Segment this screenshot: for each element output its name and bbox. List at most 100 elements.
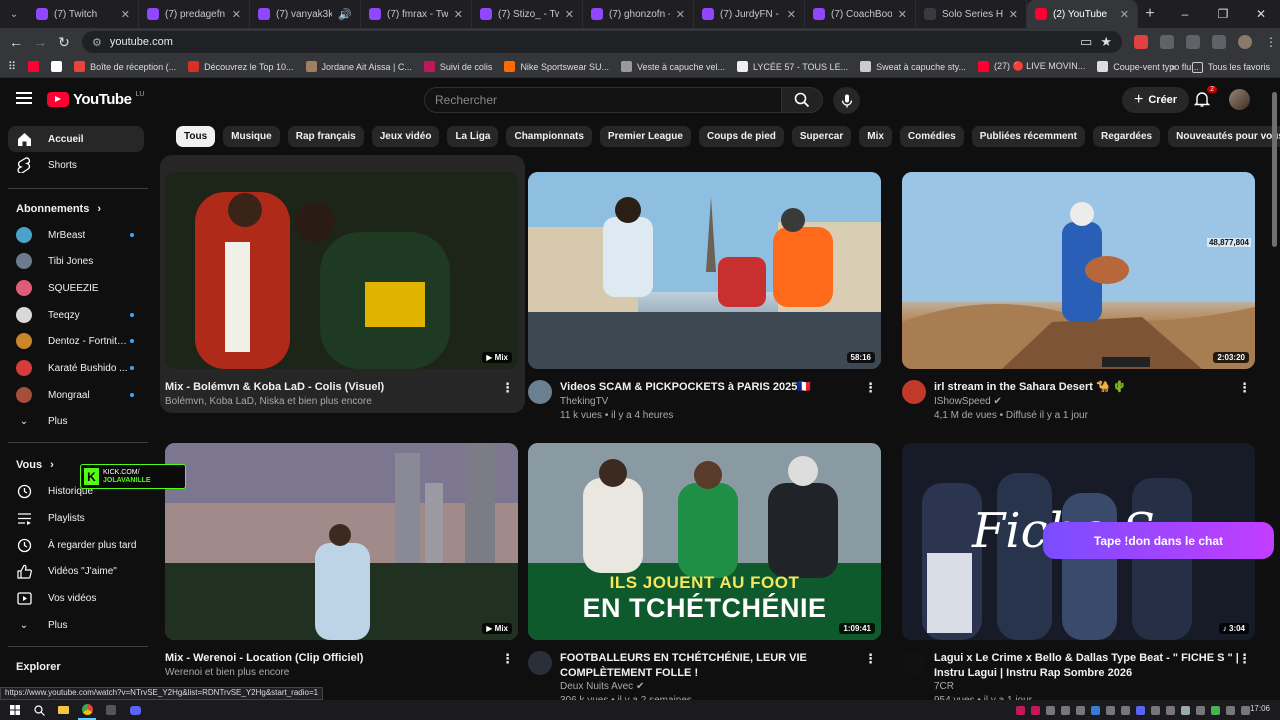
bookmark-item[interactable]: Jordane Ait Aissa | C... — [305, 61, 412, 72]
more-bookmarks-icon[interactable]: » — [1171, 62, 1176, 72]
close-window-icon[interactable]: ✕ — [1242, 7, 1280, 21]
chip[interactable]: Mix — [859, 126, 892, 147]
tray-icon[interactable] — [1136, 705, 1145, 715]
chip[interactable]: Regardées — [1092, 126, 1161, 147]
menu-icon[interactable] — [16, 92, 32, 104]
video-title[interactable]: FOOTBALLEURS EN TCHÉTCHÉNIE, LEUR VIE CO… — [560, 651, 865, 681]
chip[interactable]: Championnats — [506, 126, 592, 147]
forward-icon[interactable]: → — [28, 34, 52, 50]
new-tab-button[interactable]: + — [1138, 5, 1162, 23]
all-bookmarks-folder[interactable]: Tous les favoris — [1191, 61, 1270, 73]
apps-icon[interactable]: ⠿ — [8, 60, 16, 73]
bookmark-item[interactable]: LYCÉE 57 - TOUS LE... — [737, 61, 848, 72]
media-icon[interactable] — [1212, 35, 1226, 49]
sidebar-item-watch-later[interactable]: À regarder plus tard — [8, 532, 144, 558]
channel-avatar[interactable] — [528, 380, 552, 404]
browser-tab[interactable]: (7) predagefn - Tw ✕ — [139, 0, 250, 28]
close-icon[interactable]: ✕ — [232, 8, 241, 21]
windows-start-icon[interactable] — [6, 700, 24, 720]
voice-search-button[interactable] — [833, 87, 860, 114]
account-avatar[interactable] — [1229, 89, 1250, 110]
extension-icon[interactable] — [1160, 35, 1174, 49]
chip[interactable]: Jeux vidéo — [371, 126, 440, 147]
video-channel[interactable]: Werenoi et bien plus encore — [165, 667, 289, 678]
extension-icon[interactable] — [1134, 35, 1148, 49]
tray-icon[interactable] — [1226, 705, 1235, 715]
tray-icon[interactable] — [1061, 705, 1070, 715]
browser-tab[interactable]: (7) Twitch ✕ — [28, 0, 139, 28]
more-actions-icon[interactable]: ⋮ — [864, 380, 877, 396]
video-channel[interactable]: IShowSpeed ✔ — [934, 396, 1002, 407]
close-icon[interactable]: ✕ — [676, 8, 685, 21]
search-button[interactable] — [781, 87, 823, 113]
tray-icon[interactable] — [1121, 705, 1130, 715]
bookmark-star-icon[interactable]: ★ — [1100, 34, 1112, 50]
tray-icon[interactable] — [1016, 705, 1025, 715]
video-thumbnail[interactable]: 58:16 — [528, 172, 881, 369]
bookmark-google[interactable] — [51, 61, 63, 72]
tray-icon[interactable] — [1031, 705, 1040, 715]
puzzle-icon[interactable] — [1186, 35, 1200, 49]
channel-avatar[interactable] — [902, 380, 926, 404]
browser-tab-active[interactable]: (2) YouTube ✕ — [1027, 0, 1138, 28]
video-title[interactable]: Lagui x Le Crime x Bello & Dallas Type B… — [934, 651, 1239, 681]
bookmark-item[interactable]: Découvrez le Top 10... — [188, 61, 294, 72]
browser-tab[interactable]: (7) fmrax - Twitch ✕ — [361, 0, 472, 28]
address-bar[interactable]: ⚙ youtube.com ▭ ★ — [82, 31, 1122, 53]
search-input[interactable] — [435, 93, 781, 107]
create-button[interactable]: + Créer — [1122, 87, 1190, 113]
video-title[interactable]: irl stream in the Sahara Desert 🐪 🌵 — [934, 380, 1239, 395]
audio-icon[interactable]: 🔊 — [338, 8, 352, 21]
sidebar-subscription[interactable]: Dentoz - Fortnite ... — [8, 328, 144, 354]
video-channel[interactable]: 7CR — [934, 681, 954, 692]
video-thumbnail[interactable]: ILS JOUENT AU FOOT EN TCHÉTCHÉNIE 1:09:4… — [528, 443, 881, 640]
close-icon[interactable]: ✕ — [898, 8, 907, 21]
video-title[interactable]: Videos SCAM & PICKPOCKETS à PARIS 2025🇫🇷 — [560, 380, 865, 395]
bookmark-youtube[interactable] — [28, 61, 40, 72]
video-channel[interactable]: Bolémvn, Koba LaD, Niska et bien plus en… — [165, 396, 372, 407]
chip-all[interactable]: Tous — [176, 126, 216, 147]
close-icon[interactable]: ✕ — [121, 8, 130, 21]
chip[interactable]: Coups de pied — [698, 126, 784, 147]
back-icon[interactable]: ← — [4, 34, 28, 50]
sidebar-item-your-videos[interactable]: Vos vidéos — [8, 585, 144, 611]
tray-icon[interactable] — [1166, 705, 1175, 715]
menu-icon[interactable]: ⋮ — [1264, 35, 1278, 49]
channel-avatar[interactable] — [528, 651, 552, 675]
chip[interactable]: Rap français — [287, 126, 364, 147]
tray-icon[interactable] — [1211, 705, 1220, 715]
tray-icon[interactable] — [1046, 705, 1055, 715]
close-icon[interactable]: ✕ — [1120, 8, 1129, 21]
video-channel[interactable]: Deux Nuits Avec ✔ — [560, 681, 644, 692]
chrome-icon[interactable] — [78, 700, 96, 720]
minimize-icon[interactable]: – — [1166, 7, 1204, 21]
chip[interactable]: Musique — [223, 126, 280, 147]
channel-avatar[interactable] — [902, 651, 926, 675]
bookmark-item[interactable]: Veste à capuche vel... — [620, 61, 725, 72]
sidebar-subscription[interactable]: Tibi Jones — [8, 248, 144, 274]
file-explorer-icon[interactable] — [54, 700, 72, 720]
bookmark-item[interactable]: Suivi de colis — [423, 61, 492, 72]
tray-icon[interactable] — [1151, 705, 1160, 715]
sidebar-subscription[interactable]: SQUEEZIE — [8, 275, 144, 301]
site-info-icon[interactable]: ⚙ — [92, 36, 102, 49]
sidebar-item-shorts[interactable]: Shorts — [8, 152, 144, 178]
more-actions-icon[interactable]: ⋮ — [1238, 651, 1251, 667]
app-icon[interactable] — [102, 700, 120, 720]
more-actions-icon[interactable]: ⋮ — [501, 380, 514, 396]
more-actions-icon[interactable]: ⋮ — [864, 651, 877, 667]
video-channel[interactable]: ThekingTV — [560, 396, 608, 407]
video-title[interactable]: Mix - Werenoi - Location (Clip Officiel) — [165, 651, 470, 666]
bookmark-item[interactable]: Sweat à capuche sty... — [860, 61, 966, 72]
chip[interactable]: Nouveautés pour vous — [1168, 126, 1280, 147]
more-actions-icon[interactable]: ⋮ — [501, 651, 514, 667]
subscriptions-header[interactable]: Abonnements › — [16, 203, 101, 215]
close-icon[interactable]: ✕ — [1009, 8, 1018, 21]
tray-icon[interactable] — [1241, 705, 1250, 715]
taskbar-clock[interactable]: 17:06 — [1250, 704, 1270, 713]
close-icon[interactable]: ✕ — [565, 8, 574, 21]
bookmark-item[interactable]: Boîte de réception (... — [74, 61, 176, 72]
sidebar-subscription[interactable]: Mongraal — [8, 382, 144, 408]
sidebar-subs-more[interactable]: ⌄ Plus — [8, 408, 144, 434]
notifications-button[interactable]: 2 — [1193, 86, 1217, 108]
